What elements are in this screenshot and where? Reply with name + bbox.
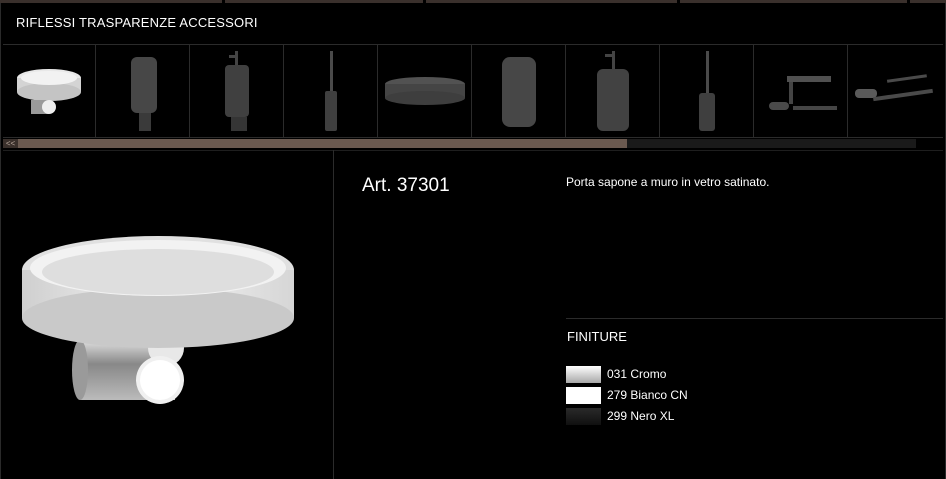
soap-dispenser-standing-image [596,50,629,131]
finish-label: 299 Nero XL [607,409,675,423]
thumb-tumbler-standing[interactable] [472,45,566,138]
finish-label: 031 Cromo [607,367,667,381]
finishes-list: 031 Cromo 279 Bianco CN 299 Nero XL [566,364,688,427]
soap-dish-standing-image [384,76,465,105]
soap-dispenser-wall-image [224,50,249,131]
scrollbar-thumb[interactable] [18,139,627,148]
toilet-brush-wall-image [324,50,337,131]
thumb-paper-holder-shelf[interactable] [754,45,848,138]
finish-item-cromo[interactable]: 031 Cromo [566,364,688,384]
finishes-title: FINITURE [567,329,627,344]
finish-swatch-bianco [566,386,601,404]
collection-title: RIFLESSI TRASPARENZE ACCESSORI [16,15,258,30]
image-column-divider [333,150,334,479]
tumbler-holder-image [130,56,157,131]
finishes-divider [566,318,943,319]
soap-dish-wall-image [17,68,81,114]
soap-dish-hero-image [22,236,294,404]
toilet-brush-standing-image [698,50,715,131]
product-hero-image [20,222,300,422]
finish-label: 279 Bianco CN [607,388,688,402]
thumb-tumbler-holder[interactable] [96,45,190,138]
finish-item-bianco[interactable]: 279 Bianco CN [566,385,688,405]
towel-bar-image [854,73,933,101]
thumb-towel-bar[interactable] [848,45,941,138]
paper-holder-shelf-image [768,75,837,110]
thumb-soap-dish-standing[interactable] [378,45,472,138]
product-description: Porta sapone a muro in vetro satinato. [566,175,770,189]
finish-swatch-cromo [566,365,601,383]
finish-item-nero[interactable]: 299 Nero XL [566,406,688,426]
product-thumbnail-strip [3,44,943,138]
scroll-back-button[interactable]: << [3,139,18,148]
finish-swatch-nero [566,407,601,425]
article-number: Art. 37301 [362,175,450,196]
thumb-toilet-brush-wall[interactable] [284,45,378,138]
thumb-soap-dispenser-standing[interactable] [566,45,660,138]
thumb-soap-dish-wall[interactable] [3,45,96,138]
thumbnail-scrollbar[interactable]: << [3,139,916,148]
thumb-soap-dispenser-wall[interactable] [190,45,284,138]
content-divider [3,150,943,151]
thumb-toilet-brush-standing[interactable] [660,45,754,138]
tumbler-standing-image [501,56,536,127]
